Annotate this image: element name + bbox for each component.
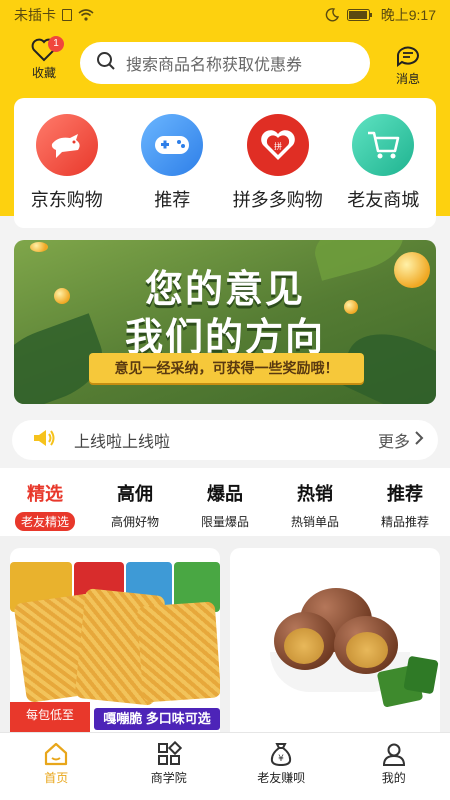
category-jd-shopping[interactable]: 京东购物 [17, 114, 117, 228]
coin-icon [30, 242, 48, 252]
tab-sublabel: 高佣好物 [110, 515, 159, 529]
search-placeholder: 搜索商品名称获取优惠券 [126, 57, 303, 74]
nav-label: 我的 [381, 771, 406, 785]
product-image [403, 655, 439, 695]
product-image [136, 601, 220, 703]
nav-home[interactable]: 首页 [0, 733, 113, 800]
product-promo-banner: 嘎嘣脆 多口味可选 [94, 708, 220, 730]
category-label: 拼多多购物 [232, 190, 323, 210]
notice-bar[interactable]: 上线啦上线啦 更多 [12, 420, 438, 460]
home-icon [0, 741, 113, 767]
feedback-banner[interactable]: 您的意见 我们的方向 意见一经采纳，可获得一些奖励哦！ [14, 240, 436, 404]
pinduoduo-icon: 拼 [246, 114, 309, 176]
category-recommend[interactable]: 推荐 [122, 114, 222, 228]
product-grid: 每包低至 嘎嘣脆 多口味可选 [0, 536, 450, 738]
more-label: 更多 [377, 434, 410, 451]
tab-sublabel: 热销单品 [290, 515, 339, 529]
moon-icon [325, 8, 339, 22]
wifi-icon [78, 9, 94, 21]
tab-label: 热销 [297, 484, 333, 504]
battery-icon [346, 9, 373, 21]
product-card[interactable] [230, 548, 440, 738]
category-laoyou-mall[interactable]: 老友商城 [333, 114, 433, 228]
nav-label: 商学院 [150, 771, 187, 785]
notice-text: 上线啦上线啦 [74, 434, 171, 451]
jd-dog-icon [35, 114, 98, 176]
carrier-text: 未插卡 [14, 7, 56, 23]
banner-ribbon: 意见一经采纳，可获得一些奖励哦！ [89, 353, 364, 383]
search-input[interactable]: 搜索商品名称获取优惠券 [80, 42, 370, 84]
sim-card-icon [62, 9, 72, 21]
search-icon [96, 51, 116, 76]
category-card: 京东购物 推荐 拼 拼多多购物 老友商城 [14, 98, 436, 228]
category-label: 老友商城 [347, 190, 420, 210]
nav-earn[interactable]: ¥ 老友赚呗 [225, 733, 338, 800]
grid-icon [113, 741, 226, 767]
favorites-badge: 1 [48, 36, 64, 52]
nav-profile[interactable]: 我的 [338, 733, 450, 800]
banner-title-line1: 您的意见 [144, 269, 305, 311]
user-icon [338, 741, 450, 767]
status-bar: 未插卡 晚上9:17 [0, 0, 450, 30]
tab-sublabel: 限量爆品 [200, 515, 249, 529]
chat-bubble-icon [384, 44, 432, 68]
category-pinduoduo[interactable]: 拼 拼多多购物 [228, 114, 328, 228]
tab-featured[interactable]: 精选 老友精选 [0, 480, 90, 536]
category-label: 京东购物 [30, 190, 103, 210]
tab-hot-items[interactable]: 爆品 限量爆品 [180, 480, 270, 536]
tab-label: 精选 [27, 484, 63, 504]
favorites-button[interactable]: 1 收藏 [18, 36, 70, 81]
product-image [346, 632, 388, 668]
chevron-right-icon [414, 430, 424, 450]
svg-text:拼: 拼 [274, 141, 282, 151]
nav-label: 老友赚呗 [257, 771, 306, 785]
favorites-label: 收藏 [31, 66, 56, 80]
status-time: 晚上9:17 [380, 7, 436, 23]
gamepad-icon [141, 114, 204, 176]
shopping-cart-icon [352, 114, 415, 176]
tab-recommended[interactable]: 推荐 精品推荐 [360, 480, 450, 536]
nav-label: 首页 [44, 771, 69, 785]
product-card[interactable]: 每包低至 嘎嘣脆 多口味可选 [10, 548, 220, 738]
notice-more-link[interactable]: 更多 [378, 428, 424, 452]
category-label: 推荐 [154, 190, 191, 210]
tab-sublabel: 精品推荐 [380, 515, 429, 529]
nav-academy[interactable]: 商学院 [113, 733, 226, 800]
tab-high-commission[interactable]: 高佣 高佣好物 [90, 480, 180, 536]
header: 1 收藏 搜索商品名称获取优惠券 消息 [0, 30, 450, 96]
tab-label: 推荐 [387, 484, 423, 504]
megaphone-icon [32, 428, 56, 453]
category-tabs: 精选 老友精选 高佣 高佣好物 爆品 限量爆品 热销 热销单品 推荐 精品推荐 [0, 468, 450, 536]
messages-button[interactable]: 消息 [384, 44, 432, 87]
tab-best-sellers[interactable]: 热销 热销单品 [270, 480, 360, 536]
money-bag-icon: ¥ [225, 741, 338, 767]
bottom-navigation: 首页 商学院 ¥ 老友赚呗 我的 [0, 732, 450, 800]
product-image [284, 628, 324, 664]
messages-label: 消息 [395, 72, 420, 86]
tab-label: 高佣 [117, 484, 153, 504]
tab-sublabel: 老友精选 [14, 512, 75, 531]
tab-label: 爆品 [207, 484, 243, 504]
svg-text:¥: ¥ [278, 754, 284, 764]
